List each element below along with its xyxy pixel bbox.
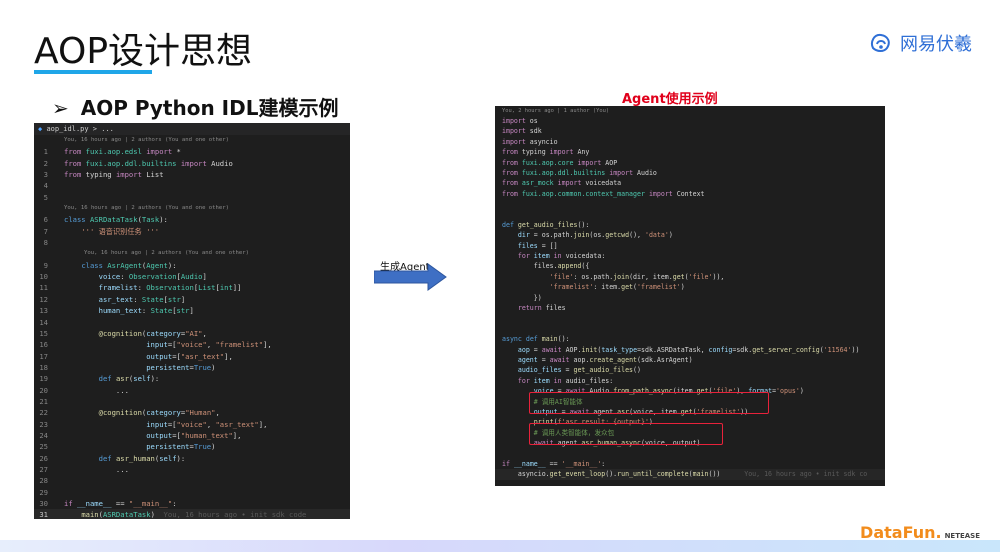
code-line: 4 (43, 181, 48, 191)
agent-usage-title: Agent使用示例 (622, 92, 718, 107)
code-line: 10 voice: Observation[Audio] (39, 272, 207, 282)
blame-annotation: You, 16 hours ago | 2 authors (You and o… (64, 205, 230, 212)
code-line: 22 @cognition(category="Human", (39, 408, 220, 418)
code-line: 18 persistent=True) (39, 362, 216, 372)
blame-annotation: You, 16 hours ago | 2 authors (You and o… (84, 250, 250, 257)
inline-blame: You, 16 hours ago • init sdk code (163, 510, 307, 519)
code-line: audio_files = get_audio_files() (517, 366, 641, 375)
code-line: 20 ... (39, 385, 129, 395)
code-line: 21 (39, 396, 48, 406)
blame-annotation: You, 16 hours ago | 2 authors (You and o… (64, 137, 230, 143)
code-line: 11 framelist: Observation[List[int]] (39, 283, 242, 293)
code-line: 2 from fuxi.aop.ddl.builtins import Audio (43, 158, 233, 168)
code-line: aop = await AOP.init(task_type=sdk.ASRDa… (517, 345, 860, 354)
code-line: 8 (43, 238, 48, 248)
subtitle: ➢ AOP Python IDL建模示例 (52, 92, 338, 121)
right-arrow-icon (374, 263, 447, 291)
bullet-arrow-icon: ➢ (52, 96, 69, 120)
code-line: files = [] (517, 241, 558, 250)
code-line: 25 persistent=True) (39, 442, 216, 452)
code-line: 13 human_text: State[str] (39, 306, 194, 316)
code-line: 9 class AsrAgent(Agent): (43, 260, 177, 270)
code-line: async def main(): (502, 335, 570, 344)
code-line: agent = await aop.create_agent(sdk.AsrAg… (517, 355, 693, 364)
code-line: }) (502, 293, 542, 302)
code-line: 'file': os.path.join(dir, item.get('file… (549, 272, 725, 281)
code-line: 27 ... (39, 464, 129, 474)
inline-blame: You, 16 hours ago • init sdk co (744, 470, 868, 479)
code-line: 'framelist': item.get('framelist') (549, 283, 685, 292)
code-line: files.append({ (502, 262, 590, 271)
code-line: 17 output=["asr_text"], (39, 351, 233, 361)
code-line: 12 asr_text: State[str] (39, 294, 186, 304)
code-line: import os (502, 117, 538, 125)
code-line: from fuxi.aop.core import AOP (502, 158, 618, 167)
blame-annotation: You, 2 hours ago | 1 author (You) (502, 108, 610, 114)
code-line: from fuxi.aop.common.context_manager imp… (502, 189, 705, 198)
code-line: asyncio.get_event_loop().run_until_compl… (495, 469, 885, 480)
human-agent-call-highlight (529, 423, 723, 445)
logo-text: 网易伏羲 (900, 34, 972, 55)
netease-logo-text: NETEASE (944, 532, 980, 540)
code-line: for item in audio_files: (517, 376, 614, 385)
code-line: 29 (39, 487, 48, 497)
code-line: 14 (39, 317, 48, 327)
code-line: def get_audio_files(): (502, 220, 590, 229)
footer-gradient-bar (0, 540, 1000, 552)
code-line: 31 main(ASRDataTask) You, 16 hours ago •… (34, 509, 350, 519)
code-line: import asyncio (502, 137, 558, 146)
code-line: 23 input=["voice", "asr_text"], (39, 419, 268, 429)
subtitle-text: AOP Python IDL建模示例 (80, 96, 339, 120)
slide-title: AOP设计思想 (34, 31, 253, 72)
code-line: 19 def asr(self): (39, 374, 160, 384)
code-line: 24 output=["human_text"], (39, 430, 242, 440)
datafun-logo-text: DataFun. (860, 523, 942, 542)
code-line: for item in voicedata: (517, 252, 606, 261)
ai-agent-call-highlight (529, 392, 769, 414)
left-code-editor: ◆ aop_idl.py > ... You, 16 hours ago | 2… (34, 123, 350, 519)
fuxi-logo-icon (871, 33, 890, 52)
right-code-editor: You, 2 hours ago | 1 author (You) import… (495, 106, 885, 486)
code-line: 30 if __name__ == "__main__": (39, 499, 177, 508)
code-line: 5 (43, 192, 48, 202)
code-line: dir = os.path.join(os.getcwd(), 'data') (517, 231, 673, 240)
code-line: from typing import Any (502, 148, 590, 157)
code-line: from fuxi.aop.ddl.builtins import Audio (502, 168, 657, 177)
code-line: 16 input=["voice", "framelist"], (39, 340, 272, 350)
code-line: return files (517, 304, 566, 313)
code-line: 15 @cognition(category="AI", (39, 328, 207, 338)
code-line: import sdk (502, 127, 542, 136)
code-line: 6 class ASRDataTask(Task): (43, 215, 168, 225)
code-line: 1 from fuxi.aop.edsl import * (43, 147, 181, 157)
company-logo: 网易伏羲 (868, 30, 972, 56)
code-line: 26 def asr_human(self): (39, 453, 186, 463)
code-line: 7 ''' 语音识别任务 ''' (43, 226, 160, 236)
python-file-icon: ◆ (38, 125, 43, 133)
editor-tab[interactable]: ◆ aop_idl.py > ... (34, 123, 350, 135)
code-line: if __name__ == '__main__': (502, 459, 606, 468)
tab-breadcrumb: aop_idl.py > ... (46, 125, 114, 133)
code-line: 3 from typing import List (43, 170, 164, 180)
code-line: from asr_mock import voicedata (502, 179, 622, 188)
datafun-logo: DataFun. NETEASE (860, 523, 980, 542)
code-line: 28 (39, 476, 48, 486)
title-underline (34, 70, 152, 74)
